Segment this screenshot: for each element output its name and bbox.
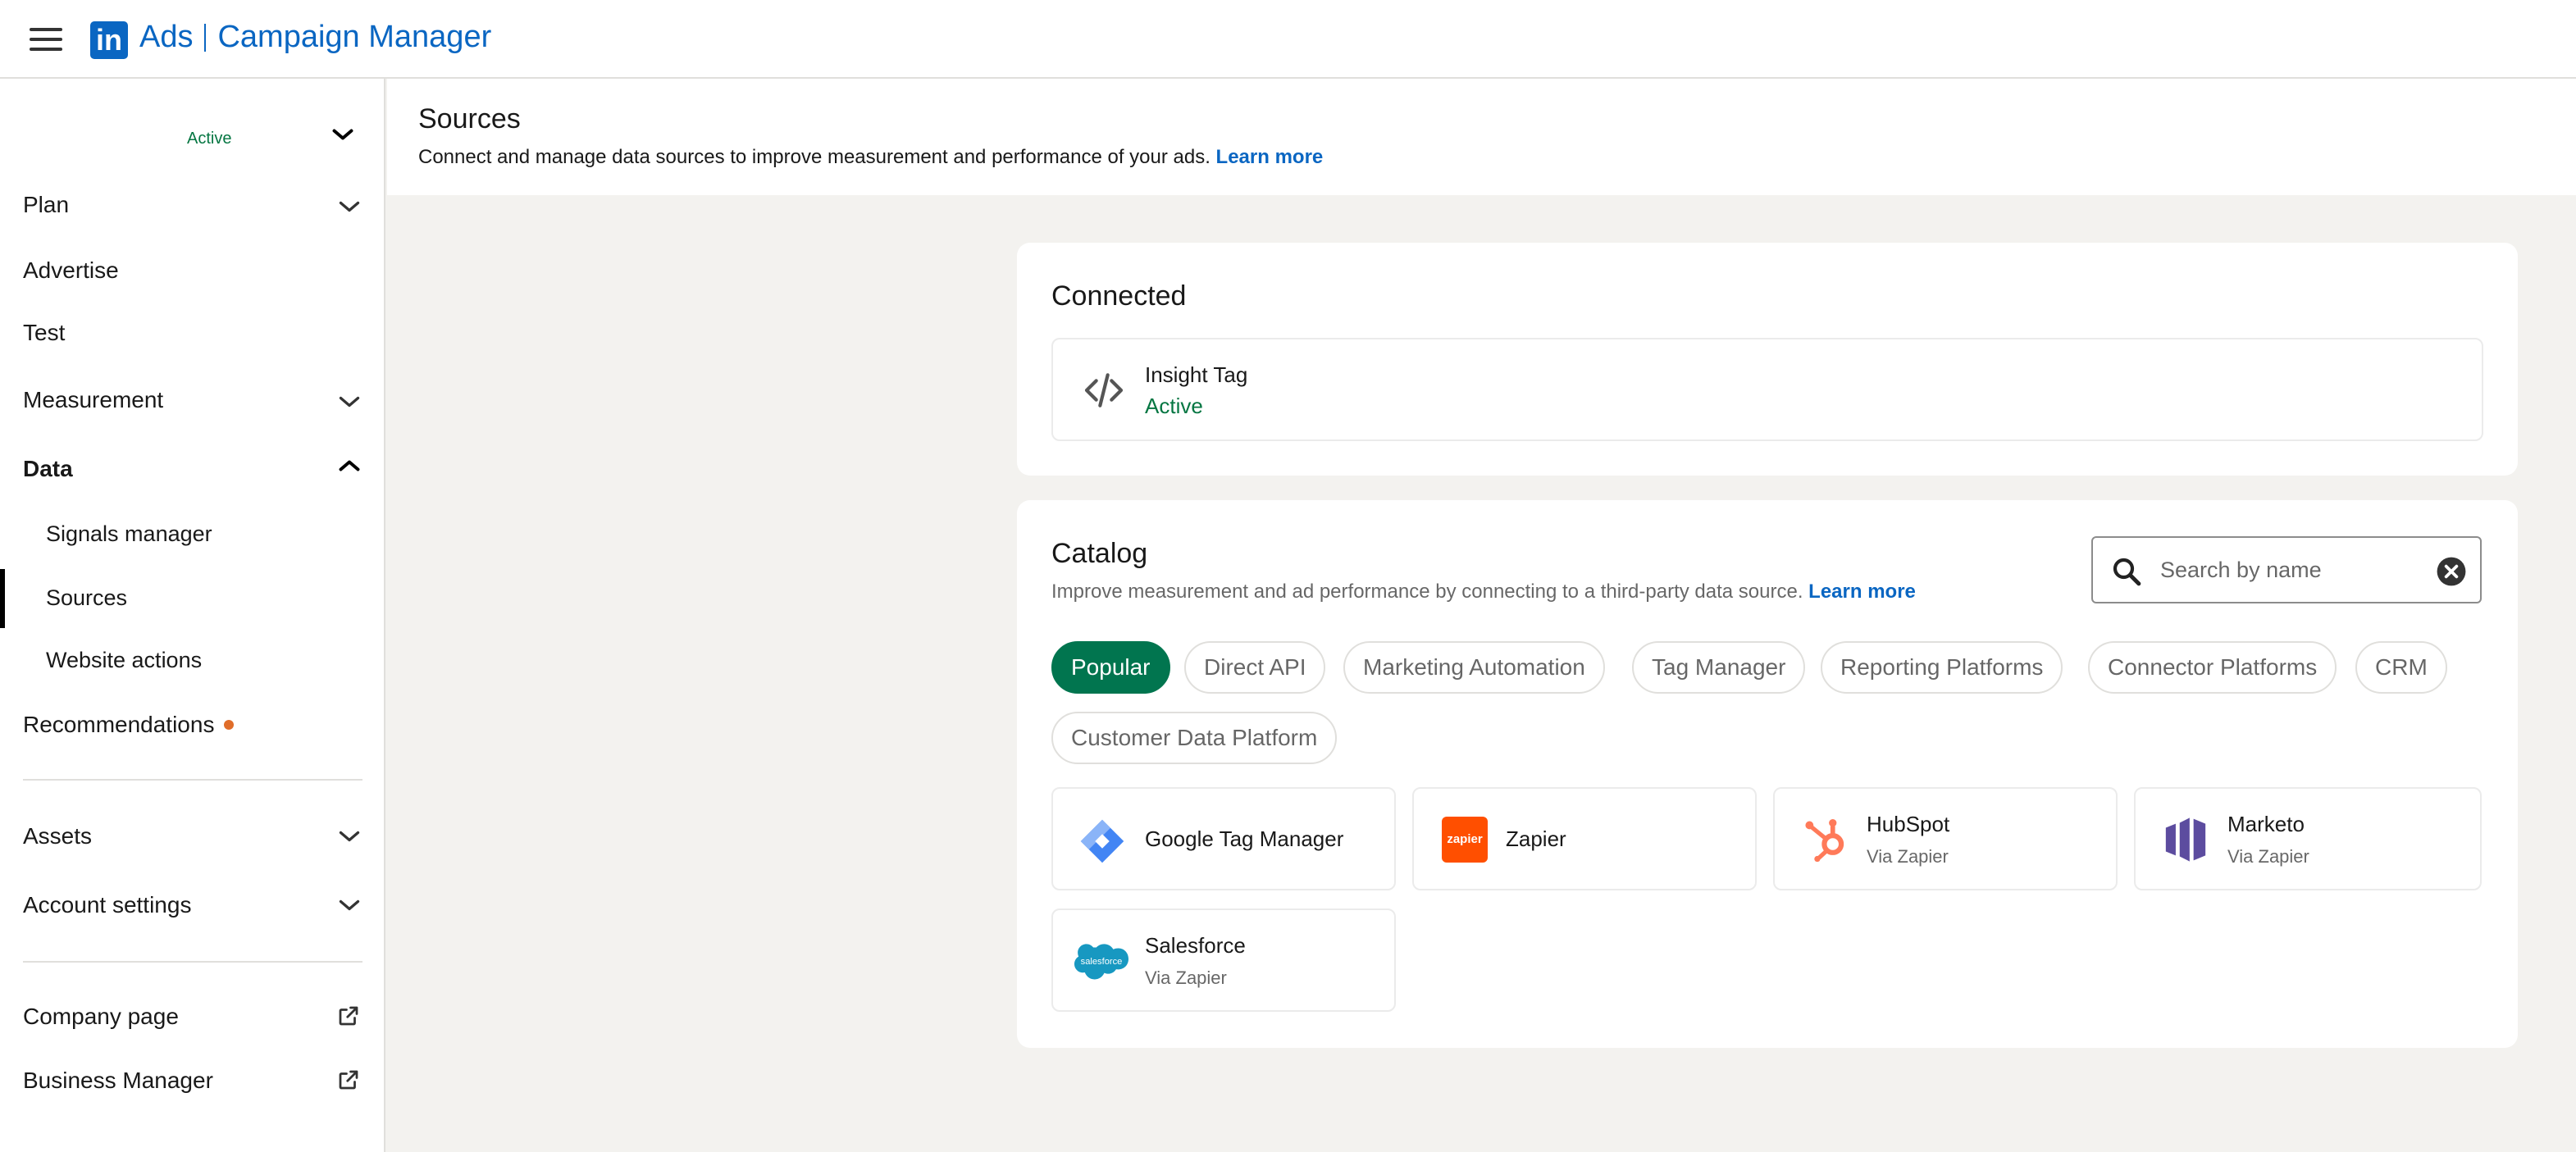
linkedin-logo[interactable]: in	[90, 21, 128, 59]
sidebar: Active Plan Advertise Test Measurement D…	[0, 79, 385, 1152]
source-name: Insight Tag	[1145, 362, 1248, 387]
chevron-down-icon[interactable]	[335, 387, 364, 417]
sidebar-item-label: Signals manager	[46, 521, 212, 546]
source-via: Via Zapier	[2227, 846, 2309, 867]
external-link-icon[interactable]	[336, 1004, 361, 1028]
filter-pill-tag-manager[interactable]: Tag Manager	[1632, 641, 1806, 694]
search-input[interactable]	[2160, 553, 2423, 587]
sidebar-item-label: Company page	[23, 1004, 179, 1029]
app-name: Campaign Manager	[217, 20, 492, 54]
external-link-icon[interactable]	[336, 1068, 361, 1092]
sidebar-item-test[interactable]: Test	[23, 320, 65, 346]
source-tile-google-tag-manager[interactable]: Google Tag Manager	[1051, 787, 1396, 890]
sidebar-item-label: Account settings	[23, 892, 192, 918]
sidebar-item-assets[interactable]: Assets	[23, 823, 92, 849]
sidebar-item-recommendations[interactable]: Recommendations	[23, 712, 235, 738]
filter-pill-customer-data-platform[interactable]: Customer Data Platform	[1051, 712, 1338, 764]
page-title: Sources	[418, 103, 521, 134]
salesforce-logo-text: salesforce	[1081, 957, 1123, 967]
catalog-description: Improve measurement and ad performance b…	[1051, 581, 1916, 603]
source-name: Salesforce	[1145, 933, 1246, 958]
menu-icon[interactable]	[30, 28, 62, 51]
filter-pill-marketing-automation[interactable]: Marketing Automation	[1343, 641, 1605, 694]
sidebar-item-label: Recommendations	[23, 712, 215, 737]
title-separator	[204, 23, 207, 52]
page-header: Sources Connect and manage data sources …	[387, 79, 2576, 195]
sidebar-item-label: Test	[23, 320, 66, 345]
google-tag-manager-icon	[1080, 819, 1124, 863]
connected-card: Connected Insight Tag Active	[1017, 243, 2518, 476]
sidebar-item-company-page[interactable]: Company page	[23, 1004, 179, 1030]
filter-pill-crm[interactable]: CRM	[2355, 641, 2447, 694]
sidebar-item-label: Advertise	[23, 257, 119, 283]
source-via: Via Zapier	[1145, 968, 1227, 988]
salesforce-icon: salesforce	[1074, 944, 1128, 980]
chevron-down-icon[interactable]	[335, 192, 364, 221]
account-status: Active	[187, 130, 232, 148]
sidebar-item-signals-manager[interactable]: Signals manager	[46, 521, 212, 547]
source-status: Active	[1145, 394, 1203, 418]
chevron-down-icon[interactable]	[335, 890, 364, 920]
clear-search-icon[interactable]	[2436, 556, 2467, 587]
catalog-card: Catalog Improve measurement and ad perfo…	[1017, 500, 2518, 1048]
marketo-icon	[2165, 817, 2206, 862]
insight-tag-tile[interactable]: Insight Tag Active	[1051, 338, 2483, 441]
chevron-up-icon[interactable]	[335, 451, 364, 480]
sidebar-item-label: Sources	[46, 585, 128, 610]
filter-pill-popular[interactable]: Popular	[1051, 641, 1170, 694]
zapier-icon: zapier	[1442, 817, 1488, 863]
catalog-description-text: Improve measurement and ad performance b…	[1051, 581, 1803, 603]
sidebar-item-measurement[interactable]: Measurement	[23, 387, 163, 413]
search-icon	[2113, 558, 2141, 586]
chevron-down-icon[interactable]	[335, 822, 364, 851]
sidebar-item-advertise[interactable]: Advertise	[23, 257, 119, 284]
sidebar-item-business-manager[interactable]: Business Manager	[23, 1068, 213, 1094]
catalog-learn-more-link[interactable]: Learn more	[1808, 581, 1916, 603]
sidebar-item-website-actions[interactable]: Website actions	[46, 648, 202, 673]
product-name: Ads	[139, 20, 194, 54]
sidebar-item-label: Assets	[23, 823, 93, 849]
code-icon	[1084, 373, 1124, 408]
sidebar-divider	[23, 961, 362, 963]
learn-more-link[interactable]: Learn more	[1216, 146, 1324, 168]
sidebar-divider	[23, 779, 362, 781]
account-chevron-down-icon[interactable]	[328, 120, 358, 149]
page-description-text: Connect and manage data sources to impro…	[418, 146, 1210, 168]
sidebar-item-label: Website actions	[46, 648, 203, 672]
filter-pill-reporting-platforms[interactable]: Reporting Platforms	[1821, 641, 2063, 694]
source-via: Via Zapier	[1867, 846, 1949, 867]
source-tile-salesforce[interactable]: salesforce Salesforce Via Zapier	[1051, 908, 1396, 1012]
sidebar-item-account-settings[interactable]: Account settings	[23, 892, 191, 918]
connected-title: Connected	[1051, 280, 1187, 312]
source-tile-marketo[interactable]: Marketo Via Zapier	[2134, 787, 2482, 890]
sidebar-item-label: Measurement	[23, 387, 164, 412]
source-name: Google Tag Manager	[1145, 826, 1344, 851]
catalog-title: Catalog	[1051, 538, 1148, 569]
sidebar-item-data[interactable]: Data	[23, 456, 73, 482]
sidebar-item-label: Business Manager	[23, 1068, 213, 1093]
filter-pill-direct-api[interactable]: Direct API	[1184, 641, 1326, 694]
top-header: in Ads Campaign Manager	[0, 0, 2576, 79]
source-name: Marketo	[2227, 812, 2305, 836]
active-indicator	[0, 569, 5, 628]
source-name: Zapier	[1506, 826, 1566, 851]
sidebar-item-sources[interactable]: Sources	[46, 585, 127, 611]
hubspot-icon	[1805, 818, 1844, 863]
page-description: Connect and manage data sources to impro…	[418, 146, 1323, 169]
notification-dot	[224, 720, 235, 730]
sidebar-item-label: Data	[23, 456, 73, 481]
source-tile-hubspot[interactable]: HubSpot Via Zapier	[1773, 787, 2118, 890]
search-box[interactable]	[2091, 536, 2482, 603]
sidebar-item-label: Plan	[23, 192, 70, 217]
filter-pill-connector-platforms[interactable]: Connector Platforms	[2088, 641, 2337, 694]
app-title[interactable]: Ads Campaign Manager	[139, 20, 491, 55]
sidebar-item-plan[interactable]: Plan	[23, 192, 69, 218]
source-tile-zapier[interactable]: zapier Zapier	[1412, 787, 1757, 890]
source-name: HubSpot	[1867, 812, 1950, 836]
